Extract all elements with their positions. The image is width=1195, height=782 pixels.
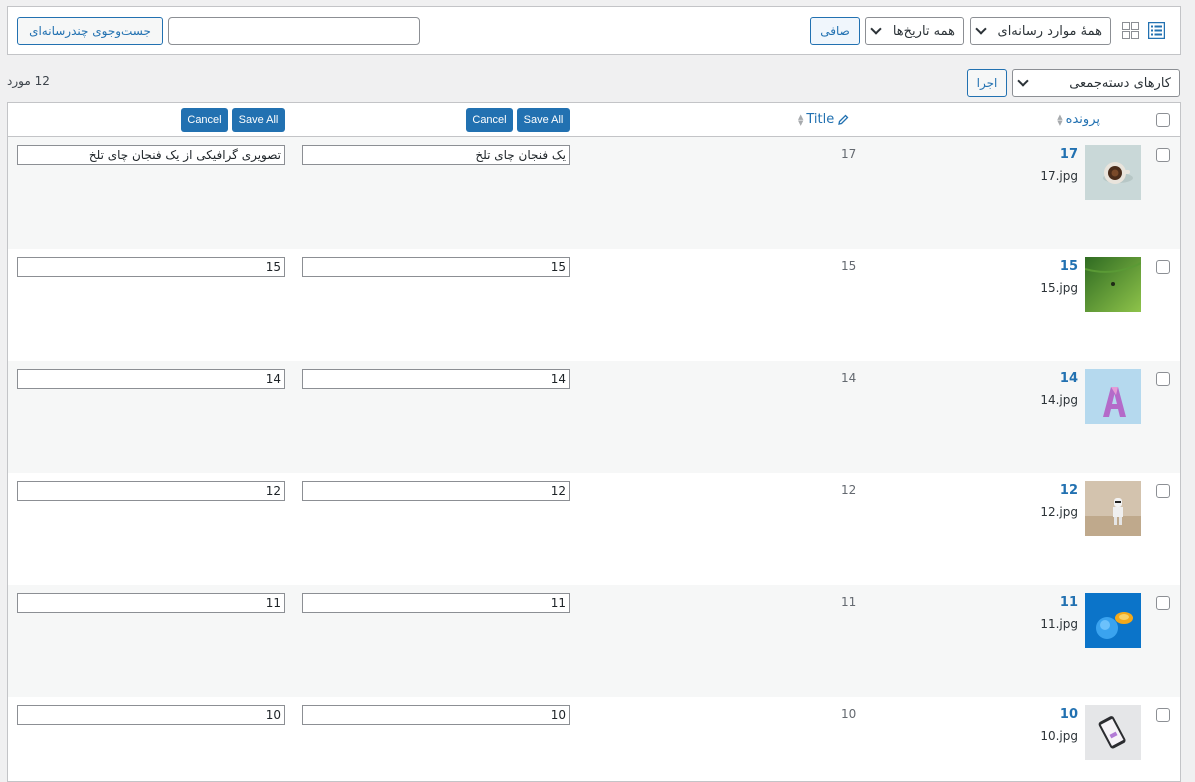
row-checkbox[interactable]	[1156, 372, 1170, 386]
alt-text-input[interactable]: 14	[17, 369, 285, 389]
table-row: 17 17.jpg 17 یک فنجان چای تلخ تصویری گرا…	[8, 137, 1180, 249]
row-filename: 10.jpg	[1040, 729, 1078, 743]
grid-view-icon[interactable]	[1122, 22, 1139, 39]
filter-button[interactable]: صافی	[810, 17, 860, 45]
select-all-checkbox[interactable]	[1156, 113, 1170, 127]
alt-text-input[interactable]: 15	[17, 257, 285, 277]
table-row: 12 12.jpg 12 12 12	[8, 473, 1180, 585]
alt-text-input[interactable]: 11	[17, 593, 285, 613]
media-type-select[interactable]: همهٔ موارد رسانه‌ای	[970, 17, 1111, 45]
row-filename: 17.jpg	[1040, 169, 1078, 183]
thumbnail-blue-ball[interactable]	[1085, 593, 1141, 648]
column-file-label: پرونده	[1065, 112, 1100, 127]
list-view-icon[interactable]	[1148, 22, 1165, 39]
title-input[interactable]: 14	[302, 369, 570, 389]
column-title-label: Title	[806, 112, 835, 127]
thumbnail-green-field[interactable]	[1085, 257, 1141, 312]
row-checkbox[interactable]	[1156, 260, 1170, 274]
search-input[interactable]	[168, 17, 420, 45]
row-filename: 14.jpg	[1040, 393, 1078, 407]
row-title-value: 10	[841, 707, 857, 721]
dates-select[interactable]: همه تاریخ‌ها	[865, 17, 964, 45]
table-row: 14 14.jpg 14 14 14	[8, 361, 1180, 473]
title-input[interactable]: یک فنجان چای تلخ	[302, 145, 570, 165]
sort-arrows-icon: ▲ ▼	[798, 112, 804, 127]
alt-text-input[interactable]: 10	[17, 705, 285, 725]
row-checkbox[interactable]	[1156, 708, 1170, 722]
sort-arrows-icon: ▲ ▼	[1057, 112, 1063, 127]
row-title-value: 11	[841, 595, 857, 609]
row-id-link[interactable]: 17	[1060, 147, 1078, 162]
items-count: 12 مورد	[7, 74, 50, 88]
thumbnail-stormtrooper[interactable]	[1085, 481, 1141, 536]
table-row: 10 10.jpg 10 10 10	[8, 697, 1180, 781]
media-table: ▲ ▼ پرونده ▲ ▼ Title Save All Cancel Save …	[7, 102, 1181, 782]
row-title-value: 14	[841, 371, 857, 385]
row-id-link[interactable]: 10	[1060, 707, 1078, 722]
save-all-alt-button[interactable]: Save All	[232, 108, 285, 132]
chevron-down-icon	[975, 23, 987, 35]
row-title-value: 17	[841, 147, 857, 161]
row-checkbox[interactable]	[1156, 148, 1170, 162]
alt-text-input[interactable]: 12	[17, 481, 285, 501]
apply-button[interactable]: اجرا	[967, 69, 1007, 97]
bulk-actions-select-label: کارهای دسته‌جمعی	[1069, 75, 1171, 91]
row-filename: 11.jpg	[1040, 617, 1078, 631]
row-id-link[interactable]: 12	[1060, 483, 1078, 498]
search-media-button[interactable]: جست‌وجوی چندرسانه‌ای	[17, 17, 163, 45]
row-filename: 12.jpg	[1040, 505, 1078, 519]
table-row: 11 11.jpg 11 11 11	[8, 585, 1180, 697]
chevron-down-icon	[870, 23, 882, 35]
pencil-icon	[838, 114, 849, 125]
alt-text-input[interactable]: تصویری گرافیکی از یک فنجان چای تلخ	[17, 145, 285, 165]
cancel-alt-button[interactable]: Cancel	[181, 108, 228, 132]
thumbnail-phone[interactable]	[1085, 705, 1141, 760]
table-header: ▲ ▼ پرونده ▲ ▼ Title Save All Cancel Save …	[8, 103, 1180, 137]
column-header-file[interactable]: ▲ ▼ پرونده	[1057, 112, 1100, 127]
column-header-title[interactable]: ▲ ▼ Title	[798, 112, 849, 127]
chevron-down-icon	[1017, 75, 1029, 87]
row-title-value: 12	[841, 483, 857, 497]
title-input[interactable]: 15	[302, 257, 570, 277]
table-row: 15 15.jpg 15 15 15	[8, 249, 1180, 361]
row-id-link[interactable]: 15	[1060, 259, 1078, 274]
media-type-select-label: همهٔ موارد رسانه‌ای	[997, 23, 1102, 39]
thumbnail-coffee-cup[interactable]	[1085, 145, 1141, 200]
row-id-link[interactable]: 11	[1060, 595, 1078, 610]
cancel-title-button[interactable]: Cancel	[466, 108, 513, 132]
title-input[interactable]: 12	[302, 481, 570, 501]
thumbnail-letter-a[interactable]	[1085, 369, 1141, 424]
dates-select-label: همه تاریخ‌ها	[892, 23, 955, 39]
title-input[interactable]: 10	[302, 705, 570, 725]
row-id-link[interactable]: 14	[1060, 371, 1078, 386]
title-input[interactable]: 11	[302, 593, 570, 613]
row-checkbox[interactable]	[1156, 484, 1170, 498]
row-checkbox[interactable]	[1156, 596, 1170, 610]
media-toolbar: همهٔ موارد رسانه‌ای همه تاریخ‌ها صافی جس…	[7, 6, 1181, 55]
save-all-title-button[interactable]: Save All	[517, 108, 570, 132]
row-title-value: 15	[841, 259, 857, 273]
row-filename: 15.jpg	[1040, 281, 1078, 295]
bulk-actions-select[interactable]: کارهای دسته‌جمعی	[1012, 69, 1180, 97]
